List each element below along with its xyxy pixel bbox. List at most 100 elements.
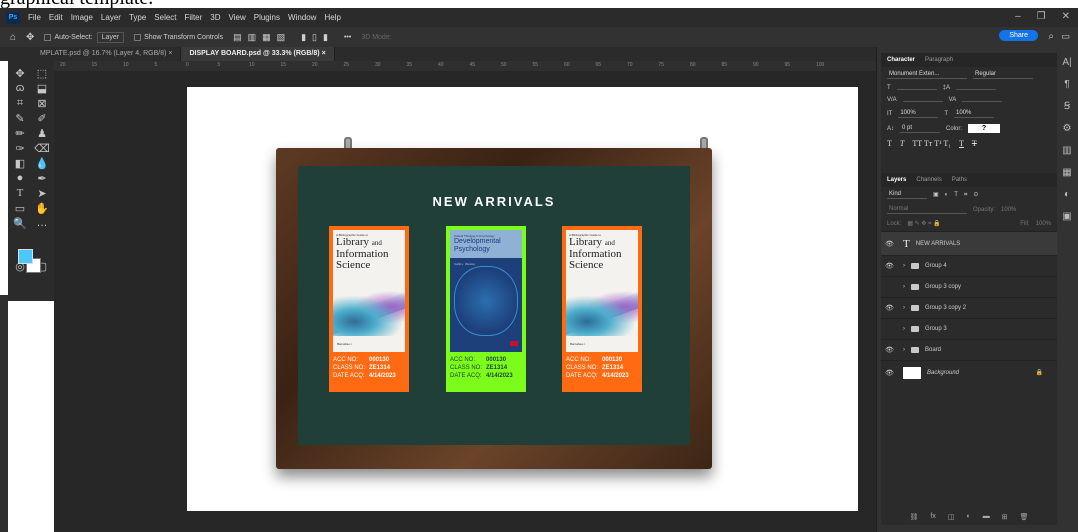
menu-layer[interactable]: Layer <box>101 13 121 22</box>
home-icon[interactable]: ⌂ <box>10 32 16 43</box>
filter-icons[interactable]: ▣◐T⌗⊙ <box>933 191 984 199</box>
baseline-field[interactable]: 0 pt <box>900 124 941 133</box>
opacity-value[interactable]: 100% <box>1001 207 1016 213</box>
font-style-select[interactable]: Regular <box>973 70 1033 79</box>
layer-row[interactable]: › Group 3 <box>881 318 1057 339</box>
minimize-icon[interactable]: – <box>1015 11 1021 22</box>
lock-icons[interactable]: ▦ ✎ ✥ ⌗ 🔒 <box>907 220 940 228</box>
visibility-eye-icon[interactable]: 👁 <box>885 262 897 270</box>
stamp-tool-icon[interactable]: ♟ <box>32 127 52 140</box>
vertical-ruler[interactable] <box>0 295 8 532</box>
marquee-tool-icon[interactable]: ⬚ <box>32 67 52 80</box>
close-icon[interactable]: × <box>168 50 172 57</box>
distribute-icons[interactable]: ▮▯▮ <box>301 32 334 43</box>
visibility-eye-icon[interactable]: 👁 <box>885 369 897 377</box>
expand-chevron-icon[interactable]: › <box>903 305 905 311</box>
frame-tool-icon[interactable]: ⊠ <box>32 97 52 110</box>
layer-row[interactable]: › Group 3 copy <box>881 276 1057 297</box>
horizontal-ruler[interactable]: 20 15 10 5 0 5 10 15 20 25 30 35 40 45 50 55 60 65 70 75 80 8… <box>54 61 876 71</box>
menu-type[interactable]: Type <box>129 13 146 22</box>
tab-layers[interactable]: Layers <box>887 177 906 183</box>
menu-help[interactable]: Help <box>324 13 340 22</box>
crop-tool-icon[interactable]: ⌗ <box>10 97 30 110</box>
tab-paths[interactable]: Paths <box>952 177 967 183</box>
eyedropper-tool-icon[interactable]: ✎ <box>10 112 30 125</box>
character-panel-icon[interactable]: A| <box>1062 57 1071 68</box>
vertical-scale-field[interactable]: 100% <box>898 109 939 118</box>
dodge-tool-icon[interactable]: ● <box>10 172 30 185</box>
type-tool-icon[interactable]: T <box>10 187 30 200</box>
layer-select-dropdown[interactable]: Layer <box>96 31 125 43</box>
lasso-tool-icon[interactable]: ɷ <box>10 82 30 95</box>
blur-tool-icon[interactable]: 💧 <box>32 157 52 170</box>
menu-filter[interactable]: Filter <box>185 13 203 22</box>
move-tool-icon[interactable]: ✥ <box>26 32 34 43</box>
foreground-color-swatch[interactable] <box>18 249 33 264</box>
workspace-icon[interactable]: ▭ <box>1061 31 1070 42</box>
menu-view[interactable]: View <box>229 13 246 22</box>
link-icon[interactable]: ⛓ <box>910 513 919 521</box>
history-brush-icon[interactable]: ✑ <box>10 142 30 155</box>
more-options-button[interactable]: ••• <box>344 34 351 41</box>
swatches-panel-icon[interactable]: ▦ <box>1062 167 1071 178</box>
font-size-field[interactable] <box>896 87 937 90</box>
new-group-icon[interactable]: ▬ <box>983 513 990 521</box>
pen-tool-icon[interactable]: ✒ <box>32 172 52 185</box>
expand-chevron-icon[interactable]: › <box>903 263 905 269</box>
restore-icon[interactable]: ❐ <box>1037 11 1046 22</box>
menu-3d[interactable]: 3D <box>210 13 220 22</box>
menu-edit[interactable]: Edit <box>49 13 63 22</box>
menu-select[interactable]: Select <box>154 13 176 22</box>
zoom-tool-icon[interactable]: 🔍 <box>10 217 30 230</box>
delete-icon[interactable]: 🗑 <box>1020 513 1029 521</box>
libraries-panel-icon[interactable]: ▥ <box>1062 145 1071 156</box>
layer-row[interactable]: 👁 › Board <box>881 339 1057 360</box>
styles-panel-icon[interactable]: ▣ <box>1062 211 1071 222</box>
tab-channels[interactable]: Channels <box>916 177 941 183</box>
auto-select-checkbox[interactable]: Auto-Select: <box>44 33 93 41</box>
show-transform-checkbox[interactable]: Show Transform Controls <box>134 33 223 41</box>
healing-tool-icon[interactable]: ✐ <box>32 112 52 125</box>
more-tools-icon[interactable]: … <box>32 217 52 230</box>
layer-row[interactable]: 👁 T NEW ARRIVALS <box>881 231 1057 255</box>
visibility-eye-icon[interactable]: 👁 <box>885 240 897 248</box>
search-icon[interactable]: ⌕ <box>1048 31 1054 42</box>
tab-paragraph[interactable]: Paragraph <box>925 57 953 63</box>
paragraph-panel-icon[interactable]: ¶ <box>1064 79 1069 90</box>
menu-image[interactable]: Image <box>71 13 93 22</box>
expand-chevron-icon[interactable]: › <box>903 347 905 353</box>
horizontal-scale-field[interactable]: 100% <box>954 109 995 118</box>
layer-row[interactable]: 👁 › Group 3 copy 2 <box>881 297 1057 318</box>
kerning-field[interactable] <box>902 99 943 102</box>
tracking-field[interactable] <box>962 99 1003 102</box>
leading-field[interactable] <box>956 87 997 90</box>
tab-display-board[interactable]: DISPLAY BOARD.psd @ 33.3% (RGB/8) × <box>181 47 335 61</box>
font-family-select[interactable]: Monument Exten... <box>887 70 967 79</box>
hand-tool-icon[interactable]: ✋ <box>32 202 52 215</box>
visibility-eye-icon[interactable]: 👁 <box>885 346 897 354</box>
rectangle-tool-icon[interactable]: ▭ <box>10 202 30 215</box>
brush-tool-icon[interactable]: ✏ <box>10 127 30 140</box>
layer-row[interactable]: 👁 › Group 4 <box>881 255 1057 276</box>
lock-icon[interactable]: 🔒 <box>1036 369 1043 376</box>
eraser-tool-icon[interactable]: ⌫ <box>32 142 52 155</box>
photoshop-logo-icon[interactable]: Ps <box>6 11 20 24</box>
fill-value[interactable]: 100% <box>1036 221 1051 227</box>
align-icons[interactable]: ▤▥▦▧ <box>233 32 291 43</box>
adjustments-panel-icon[interactable]: ◐ <box>1064 189 1070 200</box>
gradient-tool-icon[interactable]: ◧ <box>10 157 30 170</box>
path-select-tool-icon[interactable]: ➤ <box>32 187 52 200</box>
document-canvas[interactable]: NEW ARRIVALS A Bibliographic Guide to Li… <box>187 87 858 511</box>
canvas-area[interactable]: NEW ARRIVALS A Bibliographic Guide to Li… <box>54 71 876 532</box>
close-window-icon[interactable]: ✕ <box>1062 11 1070 22</box>
mask-icon[interactable]: ◫ <box>948 513 955 521</box>
adjustment-icon[interactable]: ◐ <box>966 513 970 521</box>
close-icon[interactable]: × <box>322 50 326 57</box>
expand-chevron-icon[interactable]: › <box>903 326 905 332</box>
type-style-buttons[interactable]: T T TT Tт T¹ T₁ T T <box>881 136 1057 151</box>
properties-panel-icon[interactable]: ⚙ <box>1063 123 1072 134</box>
expand-chevron-icon[interactable]: › <box>903 284 905 290</box>
share-button[interactable]: Share <box>999 30 1038 41</box>
glyphs-panel-icon[interactable]: Ꞩ <box>1064 101 1070 112</box>
visibility-eye-icon[interactable]: 👁 <box>885 304 897 312</box>
